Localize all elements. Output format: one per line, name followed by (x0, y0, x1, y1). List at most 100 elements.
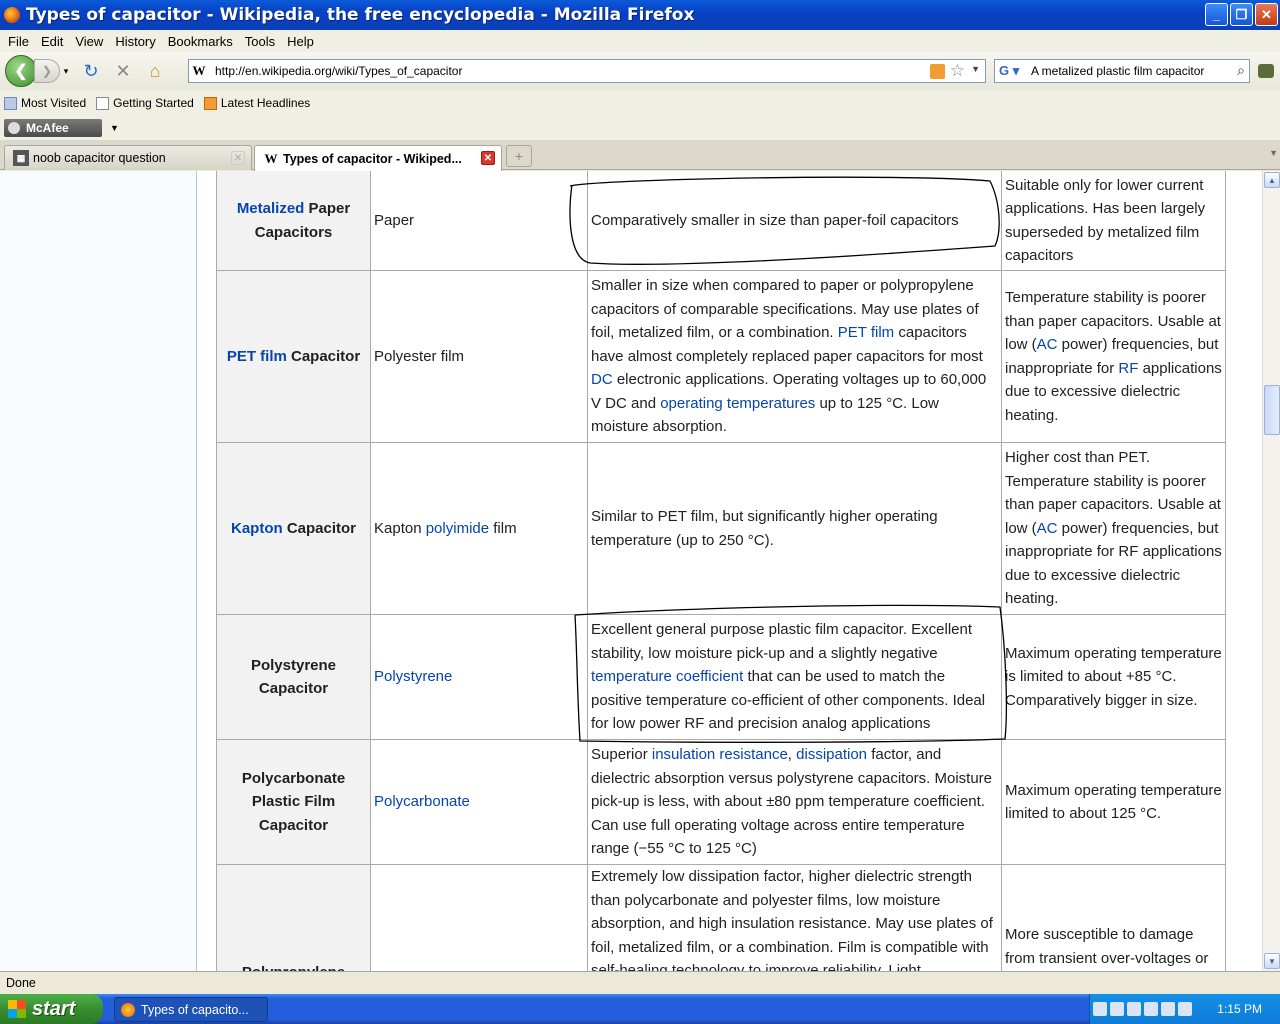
google-search-engine-icon[interactable]: G ▾ (995, 63, 1027, 79)
window-title: Types of capacitor - Wikipedia, the free… (26, 5, 695, 25)
mcafee-logo-icon (8, 122, 20, 134)
history-dropdown-icon[interactable]: ▾ (60, 58, 72, 84)
menu-file[interactable]: File (4, 34, 33, 49)
link-ac[interactable]: AC (1037, 520, 1058, 537)
link-polycarbonate[interactable]: Polycarbonate (374, 793, 470, 810)
link-dc[interactable]: DC (591, 371, 613, 388)
row-material (370, 864, 588, 971)
tab-list-dropdown-icon[interactable]: ▼ (1269, 148, 1278, 158)
system-tray: 1:15 PM (1089, 994, 1280, 1024)
home-icon[interactable]: ⌂ (142, 58, 168, 84)
forward-button[interactable]: ❯ (34, 59, 60, 83)
close-tab-icon[interactable]: ✕ (231, 151, 245, 165)
menu-view[interactable]: View (71, 34, 107, 49)
status-text: Done (6, 976, 36, 990)
scroll-up-icon[interactable]: ▲ (1264, 172, 1280, 188)
clock: 1:15 PM (1217, 1002, 1262, 1016)
firefox-icon (4, 7, 20, 23)
search-icon[interactable]: ⌕ (1237, 62, 1245, 79)
row-name: Polystyrene Capacitor (216, 614, 371, 740)
url-text[interactable]: http://en.wikipedia.org/wiki/Types_of_ca… (215, 64, 462, 78)
minimize-button[interactable]: _ (1205, 3, 1228, 26)
close-window-button[interactable]: ✕ (1255, 3, 1278, 26)
row-name: Metalized Paper Capacitors (216, 171, 371, 271)
menu-bar: File Edit View History Bookmarks Tools H… (0, 30, 1280, 52)
start-button[interactable]: start (0, 994, 103, 1024)
messenger-tray-icon[interactable] (1178, 1002, 1192, 1016)
network-tray-icon[interactable] (1127, 1002, 1141, 1016)
windows-logo-icon (8, 1000, 26, 1018)
row-disadvantages: Higher cost than PET. Temperature stabil… (1001, 442, 1226, 615)
menu-bookmarks[interactable]: Bookmarks (164, 34, 237, 49)
close-tab-icon[interactable]: ✕ (481, 151, 495, 165)
addon-icon[interactable] (1258, 64, 1274, 78)
row-advantages: Comparatively smaller in size than paper… (587, 171, 1002, 271)
row-material: Paper (370, 171, 588, 271)
row-advantages: Similar to PET film, but significantly h… (587, 442, 1002, 615)
window-titlebar: Types of capacitor - Wikipedia, the free… (0, 0, 1280, 30)
capacitor-types-table: Metalized Paper Capacitors Paper Compara… (216, 171, 1226, 971)
security-shield-tray-icon[interactable] (1110, 1002, 1124, 1016)
new-tab-button[interactable]: + (506, 145, 532, 167)
bookmark-getting-started[interactable]: Getting Started (96, 96, 194, 110)
link-operating-temperatures[interactable]: operating temperatures (660, 395, 815, 412)
mcafee-dropdown-icon[interactable]: ▼ (110, 123, 119, 133)
link-polyimide[interactable]: polyimide (426, 520, 489, 537)
search-input[interactable] (1031, 64, 1221, 78)
link-polystyrene[interactable]: Polystyrene (374, 668, 452, 685)
table-row: Polypropylene Extremely low dissipation … (216, 864, 1226, 971)
wiki-sidebar (0, 171, 197, 971)
firefox-icon (121, 1002, 135, 1017)
row-advantages: Smaller in size when compared to paper o… (587, 270, 1002, 443)
row-material: Polystyrene (370, 614, 588, 740)
wikipedia-favicon-icon: W (264, 150, 278, 166)
row-name: Kapton Capacitor (216, 442, 371, 615)
vertical-scrollbar[interactable]: ▲ ▼ (1262, 171, 1280, 971)
tab-types-of-capacitor[interactable]: W Types of capacitor - Wikiped... ✕ (254, 145, 502, 171)
url-bar[interactable]: W http://en.wikipedia.org/wiki/Types_of_… (188, 59, 986, 83)
tab-noob-capacitor-question[interactable]: ▦ noob capacitor question ✕ (4, 145, 252, 170)
row-advantages: Superior insulation resistance, dissipat… (587, 739, 1002, 865)
rss-feed-icon (203, 96, 217, 110)
link-temperature-coefficient[interactable]: temperature coefficient (591, 668, 743, 685)
bookmark-star-icon[interactable]: ☆ (950, 61, 965, 81)
link-rf[interactable]: RF (1118, 360, 1138, 377)
mcafee-button[interactable]: McAfee (4, 119, 102, 137)
bookmark-most-visited[interactable]: Most Visited (4, 96, 86, 110)
link-insulation-resistance[interactable]: insulation resistance (652, 746, 788, 763)
windows-taskbar: start Types of capacito... 1:15 PM (0, 994, 1280, 1024)
volume-tray-icon[interactable] (1161, 1002, 1175, 1016)
link-pet-film-inline[interactable]: PET film (838, 324, 894, 341)
maximize-button[interactable]: ❐ (1230, 3, 1253, 26)
row-material: Kapton polyimide film (370, 442, 588, 615)
link-ac[interactable]: AC (1037, 336, 1058, 353)
bookmarks-toolbar: Most Visited Getting Started Latest Head… (0, 90, 1280, 116)
back-button[interactable]: ❮ (5, 55, 37, 87)
reload-icon[interactable]: ↻ (78, 58, 104, 84)
tab-bar: ▦ noob capacitor question ✕ W Types of c… (0, 140, 1280, 171)
navigation-toolbar: ❮ ❯ ▾ ↻ ✕ ⌂ W http://en.wikipedia.org/wi… (0, 52, 1280, 90)
bookmark-latest-headlines[interactable]: Latest Headlines (203, 96, 310, 110)
url-dropdown-icon[interactable]: ▼ (971, 64, 980, 74)
search-tray-icon[interactable] (1093, 1002, 1107, 1016)
taskbar-firefox-window[interactable]: Types of capacito... (114, 997, 268, 1022)
search-bar[interactable]: G ▾ ⌕ (994, 59, 1250, 83)
menu-history[interactable]: History (111, 34, 159, 49)
link-dissipation[interactable]: dissipation (796, 746, 867, 763)
row-disadvantages: Maximum operating temperature limited to… (1001, 739, 1226, 865)
link-metalized[interactable]: Metalized (237, 200, 305, 217)
menu-help[interactable]: Help (283, 34, 318, 49)
link-pet-film[interactable]: PET film (227, 348, 287, 365)
page-content: Metalized Paper Capacitors Paper Compara… (0, 171, 1262, 971)
image-favicon-icon: ▦ (13, 150, 29, 166)
link-kapton[interactable]: Kapton (231, 520, 283, 537)
menu-edit[interactable]: Edit (37, 34, 67, 49)
rss-feed-icon[interactable] (930, 64, 945, 79)
scroll-thumb[interactable] (1264, 385, 1280, 435)
menu-tools[interactable]: Tools (241, 34, 279, 49)
scroll-down-icon[interactable]: ▼ (1264, 953, 1280, 969)
row-material: Polyester film (370, 270, 588, 443)
table-row: Polycarbonate Plastic Film Capacitor Pol… (216, 739, 1226, 865)
update-tray-icon[interactable] (1144, 1002, 1158, 1016)
stop-icon[interactable]: ✕ (110, 58, 136, 84)
